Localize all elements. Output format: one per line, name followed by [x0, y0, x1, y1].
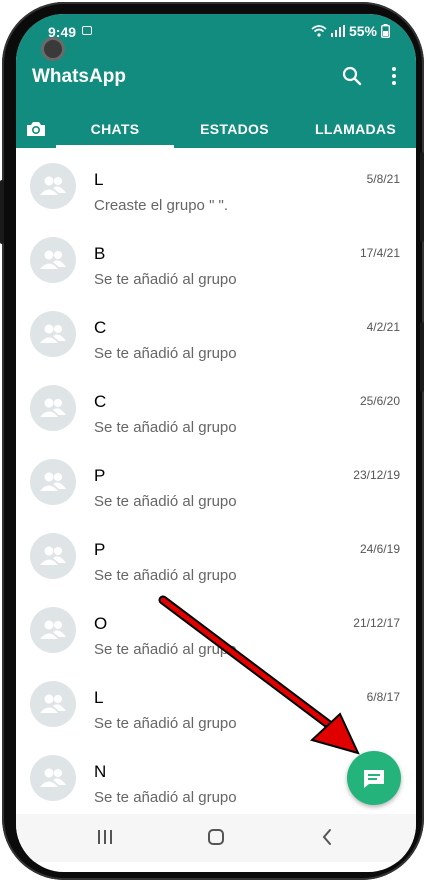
group-icon	[40, 546, 66, 565]
chat-last-message: Creaste el grupo " ".	[94, 197, 229, 214]
chat-name: N	[94, 762, 107, 781]
search-icon[interactable]	[338, 62, 366, 90]
chat-name: L	[94, 170, 104, 189]
chat-row[interactable]: O Se te añadió al grupo 21/12/17	[16, 592, 416, 666]
chat-name: C	[94, 318, 107, 337]
tab-camera[interactable]	[16, 110, 56, 148]
image-notification-icon	[82, 26, 92, 35]
group-icon	[40, 176, 66, 195]
chat-name: C	[94, 392, 107, 411]
group-avatar	[30, 385, 76, 431]
group-icon	[40, 324, 66, 343]
chat-last-message: Se te añadió al grupo	[94, 419, 237, 436]
system-nav-bar	[16, 814, 416, 862]
home-icon[interactable]	[208, 829, 224, 845]
group-avatar	[30, 237, 76, 283]
chat-last-message: Se te añadió al grupo	[94, 493, 237, 510]
app-bar: 9:49 55% WhatsApp CHATS ESTADOS LLAMADAS	[16, 14, 416, 148]
group-avatar	[30, 311, 76, 357]
power-button	[420, 152, 424, 242]
chat-date: 24/6/19	[359, 542, 400, 556]
group-avatar	[30, 459, 76, 505]
tab-estados[interactable]: ESTADOS	[174, 110, 295, 148]
back-icon[interactable]	[322, 829, 331, 845]
chat-date: 17/4/21	[359, 246, 400, 260]
chat-date: 4/2/21	[366, 320, 400, 334]
group-icon	[40, 250, 66, 269]
status-bar: 9:49 55%	[16, 14, 416, 46]
chat-last-message: Se te añadió al grupo	[94, 641, 237, 658]
chat-date: 25/6/20	[359, 394, 400, 408]
group-icon	[40, 620, 66, 639]
battery-percentage: 55%	[348, 23, 377, 39]
new-chat-icon	[364, 770, 384, 788]
group-avatar	[30, 681, 76, 727]
chat-row[interactable]: L Creaste el grupo " ". 5/8/21	[16, 148, 416, 222]
signal-icon	[330, 25, 345, 37]
more-vert-icon[interactable]	[382, 62, 410, 90]
group-icon	[40, 694, 66, 713]
chat-row[interactable]: C Se te añadió al grupo 4/2/21	[16, 296, 416, 370]
chat-name: B	[94, 244, 106, 263]
tab-bar: CHATS ESTADOS LLAMADAS	[16, 110, 416, 148]
chat-row[interactable]: P Se te añadió al grupo 24/6/19	[16, 518, 416, 592]
chat-row[interactable]: B Se te añadió al grupo 17/4/21	[16, 222, 416, 296]
chat-name: L	[94, 688, 104, 707]
group-avatar	[30, 755, 76, 801]
chat-name: P	[94, 540, 106, 559]
group-avatar	[30, 533, 76, 579]
chat-last-message: Se te añadió al grupo	[94, 715, 237, 732]
volume-button	[0, 180, 4, 244]
app-title: WhatsApp	[32, 66, 126, 87]
status-indicators: 55%	[311, 23, 390, 39]
chat-last-message: Se te añadió al grupo	[94, 345, 237, 362]
battery-icon	[381, 24, 390, 38]
group-icon	[40, 472, 66, 491]
chat-date: 6/8/17	[366, 690, 400, 704]
group-icon	[40, 398, 66, 417]
wifi-icon	[311, 25, 327, 37]
chat-name: P	[94, 466, 106, 485]
chat-last-message: Se te añadió al grupo	[94, 789, 237, 806]
chat-row[interactable]: P Se te añadió al grupo 23/12/19	[16, 444, 416, 518]
screen: 9:49 55% WhatsApp CHATS ESTADOS LLAMADAS…	[16, 14, 416, 872]
recents-icon[interactable]	[98, 830, 112, 844]
phone-frame: 9:49 55% WhatsApp CHATS ESTADOS LLAMADAS…	[0, 2, 424, 880]
chat-last-message: Se te añadió al grupo	[94, 567, 237, 584]
front-camera	[41, 37, 65, 61]
tab-llamadas[interactable]: LLAMADAS	[295, 110, 416, 148]
tab-chats[interactable]: CHATS	[56, 110, 174, 148]
camera-icon	[27, 122, 45, 136]
chat-date: 5/8/21	[366, 172, 400, 186]
group-avatar	[30, 163, 76, 209]
chat-row[interactable]: C Se te añadió al grupo 25/6/20	[16, 370, 416, 444]
chat-last-message: Se te añadió al grupo	[94, 271, 237, 288]
group-icon	[40, 768, 66, 787]
group-avatar	[30, 607, 76, 653]
chat-date: 23/12/19	[353, 468, 400, 482]
chat-date: 21/12/17	[353, 616, 400, 630]
chat-name: O	[94, 614, 108, 633]
chat-row[interactable]: L Se te añadió al grupo 6/8/17	[16, 666, 416, 740]
new-chat-button[interactable]	[347, 751, 401, 805]
bixby-button	[420, 322, 424, 392]
